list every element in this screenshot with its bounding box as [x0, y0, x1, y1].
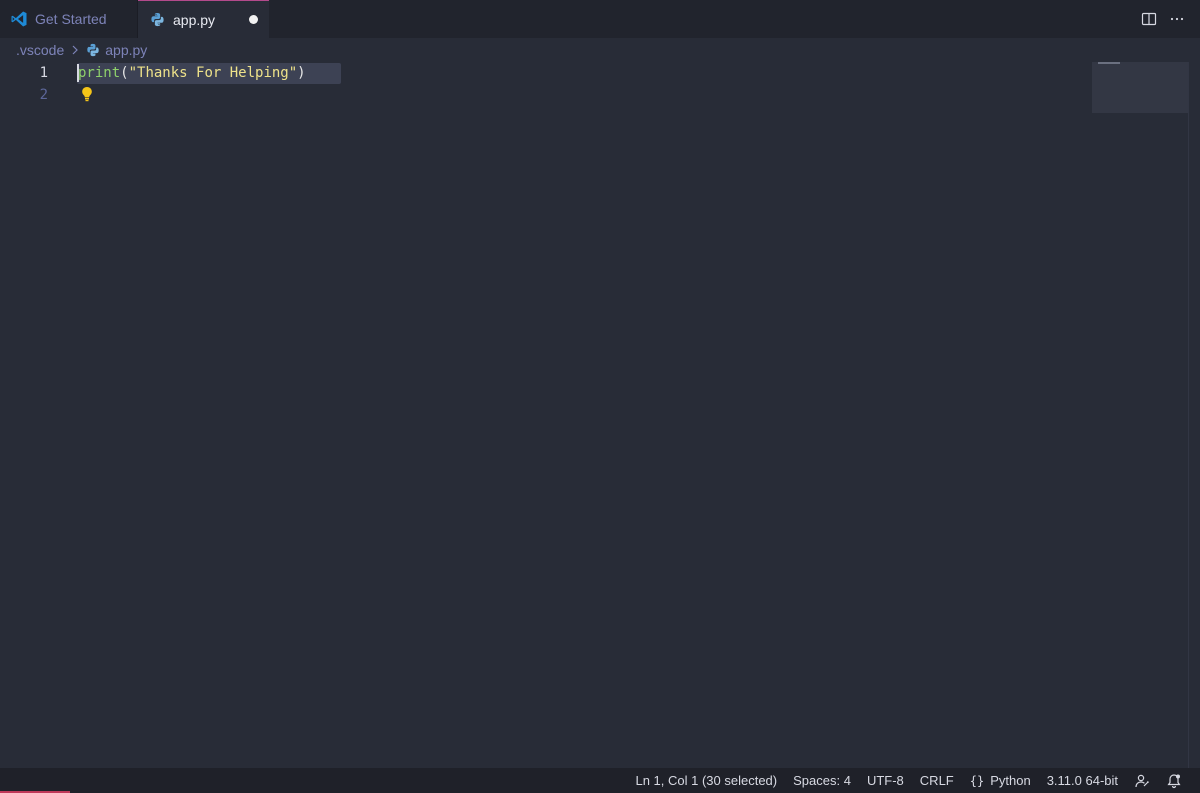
feedback-person-icon: [1135, 774, 1149, 787]
vertical-scrollbar[interactable]: [1188, 62, 1200, 768]
more-actions-button[interactable]: [1166, 8, 1188, 30]
chevron-right-icon: [70, 44, 80, 56]
split-editor-button[interactable]: [1138, 8, 1160, 30]
minimap[interactable]: [1092, 62, 1188, 113]
code-editor[interactable]: 1 2 print("Thanks For Helping"): [0, 62, 1200, 768]
tab-label: app.py: [173, 11, 216, 28]
language-label: Python: [990, 773, 1031, 788]
language-mode-status[interactable]: {} Python: [962, 768, 1039, 793]
editor-actions: [1138, 0, 1200, 38]
text-cursor: [77, 64, 79, 82]
line-number: 2: [39, 87, 48, 103]
tab-app-py[interactable]: app.py: [138, 0, 269, 38]
python-file-icon: [86, 43, 100, 57]
bell-icon: [1167, 773, 1181, 788]
feedback-button[interactable]: [1126, 768, 1158, 793]
line-number: 1: [39, 65, 48, 81]
braces-icon: {}: [969, 773, 985, 788]
editor-tab-bar: Get Started app.py: [0, 0, 1200, 38]
minimap-line: [1098, 62, 1120, 64]
function-token: print: [78, 65, 121, 81]
python-interpreter-status[interactable]: 3.11.0 64-bit: [1039, 768, 1126, 793]
paren-token: (: [120, 65, 129, 81]
vscode-window: Get Started app.py .vscode app.py 1 2 pr…: [0, 0, 1200, 793]
indentation-status[interactable]: Spaces: 4: [785, 768, 859, 793]
breadcrumb-file[interactable]: app.py: [105, 42, 147, 58]
notifications-button[interactable]: [1158, 768, 1190, 793]
lightbulb-icon[interactable]: [80, 85, 94, 103]
paren-token: ): [297, 65, 306, 81]
end-of-line-status[interactable]: CRLF: [912, 768, 962, 793]
encoding-status[interactable]: UTF-8: [859, 768, 912, 793]
breadcrumb-folder[interactable]: .vscode: [16, 42, 64, 58]
unsaved-changes-dot-icon[interactable]: [249, 15, 258, 24]
vscode-logo-icon: [10, 10, 28, 28]
tab-label: Get Started: [35, 11, 107, 27]
tab-get-started[interactable]: Get Started: [0, 0, 138, 38]
string-token: "Thanks For Helping": [128, 65, 298, 81]
breadcrumb: .vscode app.py: [16, 40, 147, 60]
ellipsis-icon: [1170, 17, 1184, 21]
cursor-position-status[interactable]: Ln 1, Col 1 (30 selected): [627, 768, 785, 793]
code-line[interactable]: print("Thanks For Helping"): [78, 62, 306, 84]
status-bar: Ln 1, Col 1 (30 selected) Spaces: 4 UTF-…: [0, 768, 1200, 793]
python-file-icon: [148, 11, 166, 29]
split-editor-icon: [1141, 12, 1157, 26]
